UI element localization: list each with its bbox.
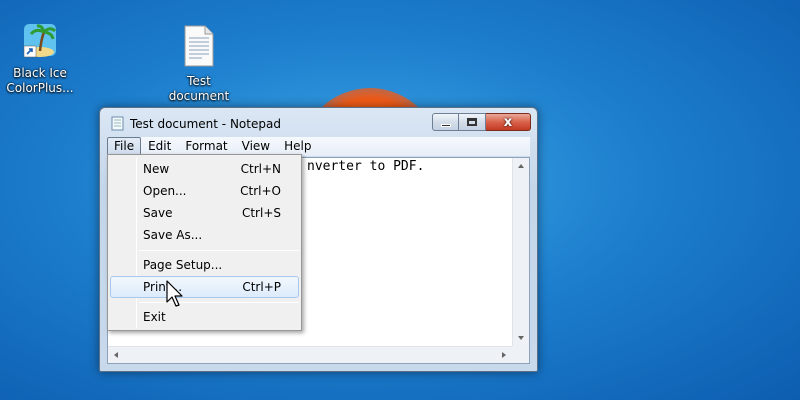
- text-document-icon: [184, 25, 214, 67]
- menu-item-shortcut: Ctrl+O: [240, 184, 281, 198]
- menu-item-shortcut: Ctrl+P: [242, 280, 281, 294]
- close-icon: x: [503, 114, 513, 130]
- horizontal-scrollbar[interactable]: [108, 346, 512, 363]
- minimize-icon: [440, 123, 451, 127]
- menu-item-new[interactable]: New Ctrl+N: [110, 158, 299, 180]
- menu-item-label: Save: [143, 206, 173, 220]
- menu-item-open[interactable]: Open... Ctrl+O: [110, 180, 299, 202]
- title-bar[interactable]: Test document - Notepad x: [100, 108, 537, 138]
- menu-item-save-as[interactable]: Save As...: [110, 224, 299, 246]
- minimize-button[interactable]: [432, 113, 459, 131]
- scroll-down-arrow-icon[interactable]: [518, 336, 524, 340]
- mouse-pointer-icon: [166, 280, 183, 307]
- desktop-icon-test-document[interactable]: Test document: [160, 24, 238, 104]
- menu-item-print[interactable]: Print... Ctrl+P: [110, 276, 299, 298]
- document-text: nverter to PDF.: [307, 159, 425, 174]
- menu-item-page-setup[interactable]: Page Setup...: [110, 254, 299, 276]
- menu-item-label: Save As...: [143, 228, 203, 242]
- window-title: Test document - Notepad: [130, 117, 281, 131]
- scroll-left-arrow-icon[interactable]: [114, 352, 118, 358]
- file-menu-dropdown: New Ctrl+N Open... Ctrl+O Save Ctrl+S Sa…: [107, 154, 302, 331]
- menu-item-exit[interactable]: Exit: [110, 306, 299, 328]
- menu-item-label: Exit: [143, 310, 166, 324]
- menu-item-label: New: [143, 162, 170, 176]
- desktop-icon-label: Test document: [168, 74, 230, 103]
- palm-island-icon: [23, 24, 57, 58]
- menu-item-label: Page Setup...: [143, 258, 223, 272]
- scrollbar-corner: [512, 346, 529, 363]
- menu-item-shortcut: Ctrl+S: [241, 206, 281, 220]
- menu-separator: [139, 302, 299, 303]
- caption-buttons: x: [432, 113, 531, 131]
- menu-item-shortcut: Ctrl+N: [240, 162, 281, 176]
- maximize-icon: [467, 118, 477, 126]
- desktop-icon-label: Black Ice ColorPlus...: [6, 66, 74, 95]
- menu-separator: [139, 250, 299, 251]
- scroll-right-arrow-icon[interactable]: [502, 352, 506, 358]
- desktop-icon-black-ice[interactable]: Black Ice ColorPlus...: [1, 20, 79, 96]
- notepad-app-icon[interactable]: [111, 116, 124, 134]
- menu-item-save[interactable]: Save Ctrl+S: [110, 202, 299, 224]
- scroll-up-arrow-icon[interactable]: [518, 164, 524, 168]
- close-button[interactable]: x: [486, 113, 531, 131]
- maximize-button[interactable]: [459, 113, 486, 131]
- vertical-scrollbar[interactable]: [512, 158, 529, 346]
- menu-item-label: Open...: [143, 184, 187, 198]
